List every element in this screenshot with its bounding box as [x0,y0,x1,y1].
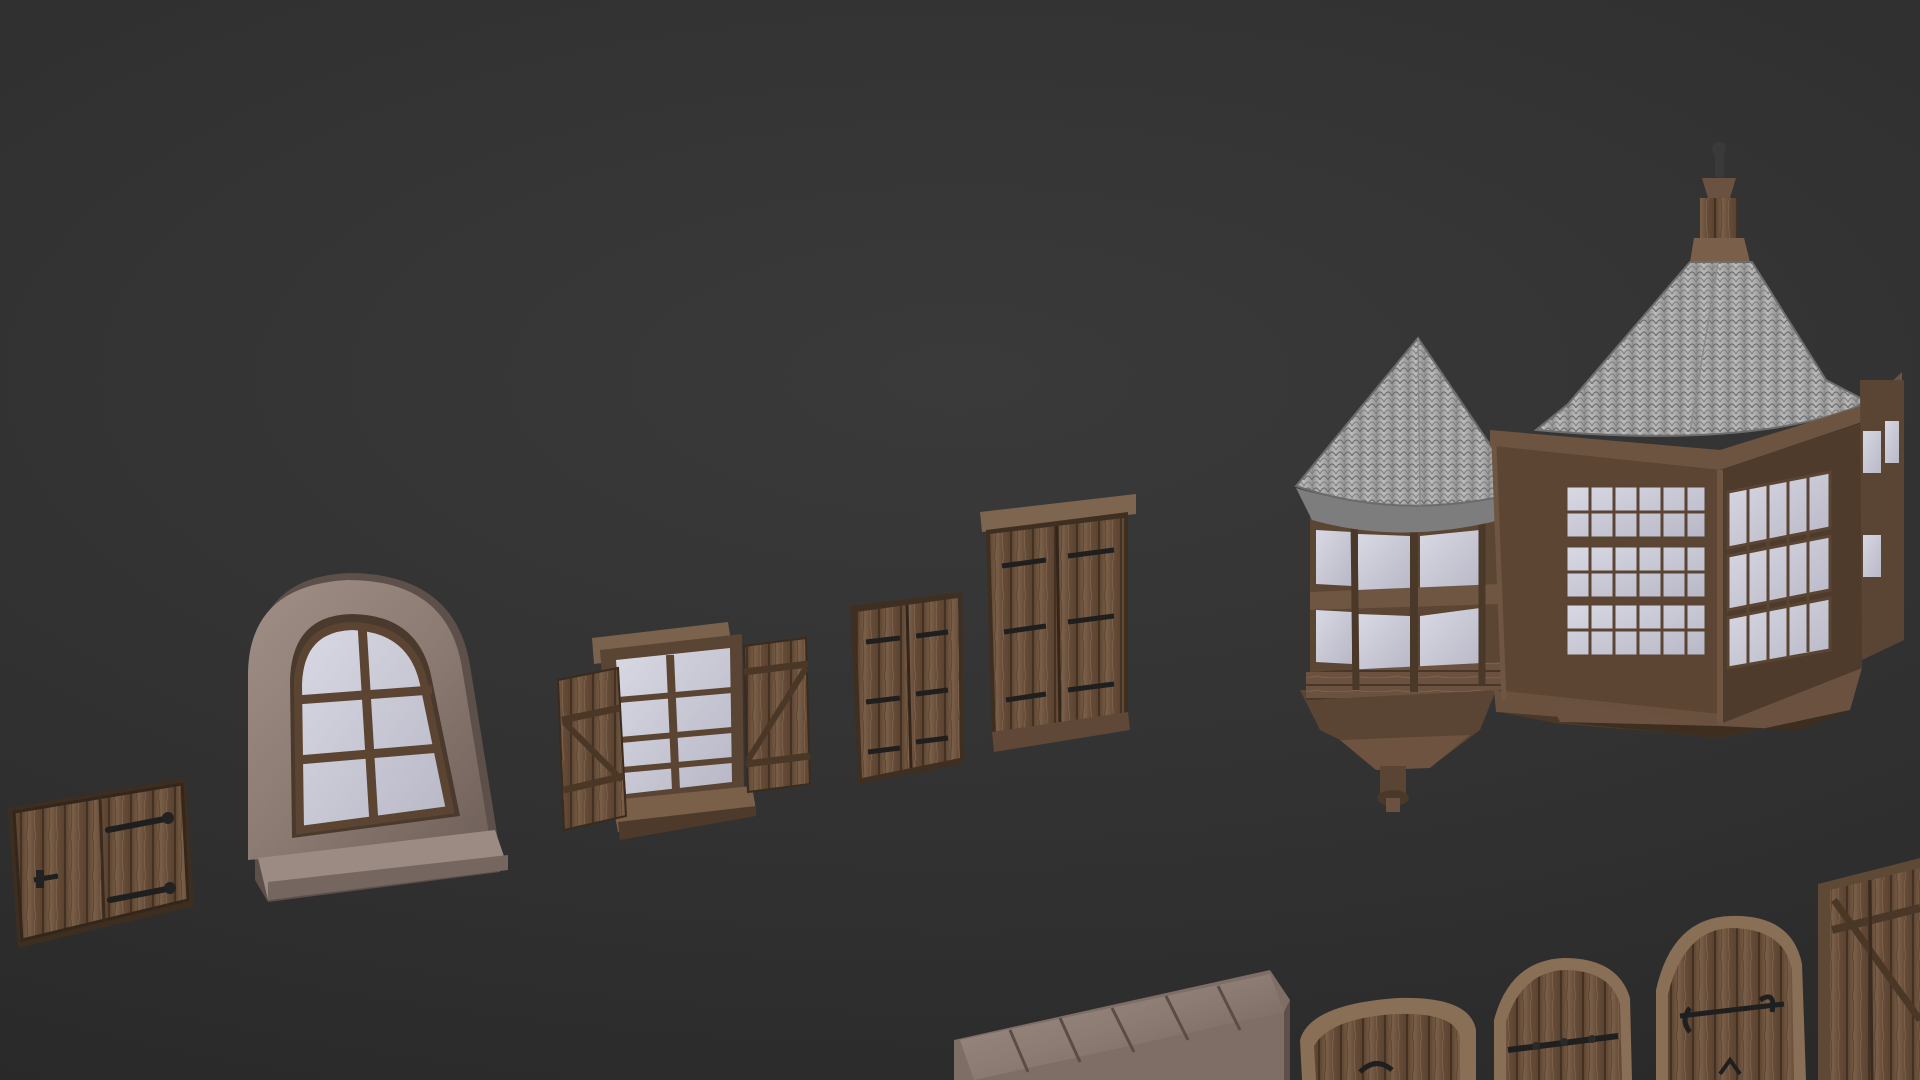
arched-door-2 [1494,958,1632,1080]
stone-lintel [954,970,1290,1080]
hexagonal-bay-tower [1490,142,1904,738]
plank-door [1818,858,1920,1080]
turret-bay-window [1294,336,1524,812]
3d-asset-scene [0,0,1920,1080]
arched-stone-window [248,573,508,902]
arched-door-1 [1300,997,1476,1080]
arched-door-3 [1656,915,1806,1080]
closed-double-shutter-small [850,592,964,784]
closed-double-shutter-tall [980,494,1136,752]
open-shutter-window [556,622,812,840]
small-shutter [8,778,194,948]
asset-render [8,142,1920,1080]
